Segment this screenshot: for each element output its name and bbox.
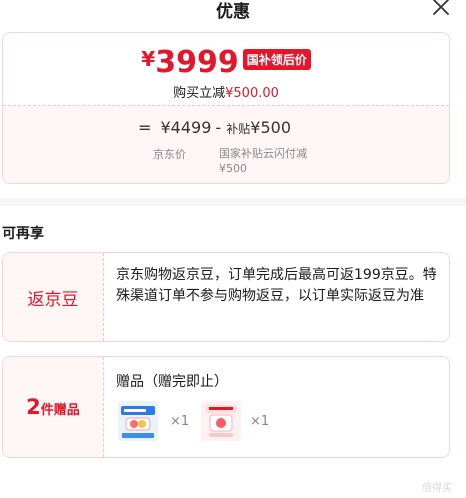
instant-discount-label: 购买立减 xyxy=(173,86,226,101)
subsidy-label: 国家补贴云闪付减 ¥500 xyxy=(219,146,307,176)
divider xyxy=(3,105,449,106)
jd-price: ¥4499 xyxy=(160,118,212,137)
price-formula: = ¥4499- 补贴¥500 xyxy=(138,118,291,137)
price-breakdown: = ¥4499- 补贴¥500 京东价 国家补贴云闪付减 ¥500 xyxy=(3,105,449,183)
minus-sign: - xyxy=(215,118,222,137)
section-separator xyxy=(0,198,466,206)
beans-card: 返京豆 京东购物返京豆，订单完成后最高可返199京豆。特殊渠道订单不参与购物返豆… xyxy=(2,252,450,342)
gift-count: 2 xyxy=(26,395,41,419)
gift-label: 2件赠品 xyxy=(26,395,80,419)
section-title: 可再享 xyxy=(2,226,44,242)
close-icon xyxy=(433,0,449,15)
gift-card: 2件赠品 赠品（赠完即止） ×1 ×1 xyxy=(2,356,450,458)
instant-discount-amount: ¥500.00 xyxy=(225,86,279,101)
jd-price-label: 京东价 xyxy=(153,148,186,161)
gift-card-image-icon xyxy=(201,401,241,441)
watermark: 值得买 xyxy=(422,483,452,494)
subsidy-label-line2: ¥500 xyxy=(219,162,247,175)
gift-item-image[interactable] xyxy=(201,401,241,441)
page-title: 优惠 xyxy=(216,2,250,22)
header: 优惠 xyxy=(0,0,466,22)
price-card: ¥3999 国补领后价 购买立减¥500.00 = ¥4499- 补贴¥500 京… xyxy=(2,32,450,184)
gift-item-qty: ×1 xyxy=(170,414,190,429)
subsidy-label-line1: 国家补贴云闪付减 xyxy=(219,147,307,160)
beans-label-box: 返京豆 xyxy=(3,253,104,341)
subsidy-price-badge: 国补领后价 xyxy=(242,49,311,70)
currency-symbol: ¥ xyxy=(141,47,156,71)
equals-sign: = xyxy=(138,118,152,137)
beans-description: 京东购物返京豆，订单完成后最高可返199京豆。特殊渠道订单不参与购物返豆，以订单… xyxy=(116,267,437,304)
gift-coupon-image-icon xyxy=(118,401,158,441)
close-button[interactable] xyxy=(432,0,450,16)
final-price: 3999 xyxy=(155,45,239,80)
gift-title: 赠品（赠完即止） xyxy=(116,374,228,390)
gift-label-box: 2件赠品 xyxy=(3,357,104,457)
gift-item-image[interactable] xyxy=(118,401,158,441)
beans-label: 返京豆 xyxy=(27,289,79,310)
final-price-line: ¥3999 国补领后价 xyxy=(3,45,449,80)
gift-item-qty: ×1 xyxy=(250,414,270,429)
subsidy-amount: ¥500 xyxy=(250,118,292,137)
gift-word: 件赠品 xyxy=(40,403,80,418)
price-summary: ¥3999 国补领后价 购买立减¥500.00 xyxy=(3,33,449,105)
instant-discount: 购买立减¥500.00 xyxy=(3,82,449,101)
subsidy-word: 补贴 xyxy=(226,122,251,136)
